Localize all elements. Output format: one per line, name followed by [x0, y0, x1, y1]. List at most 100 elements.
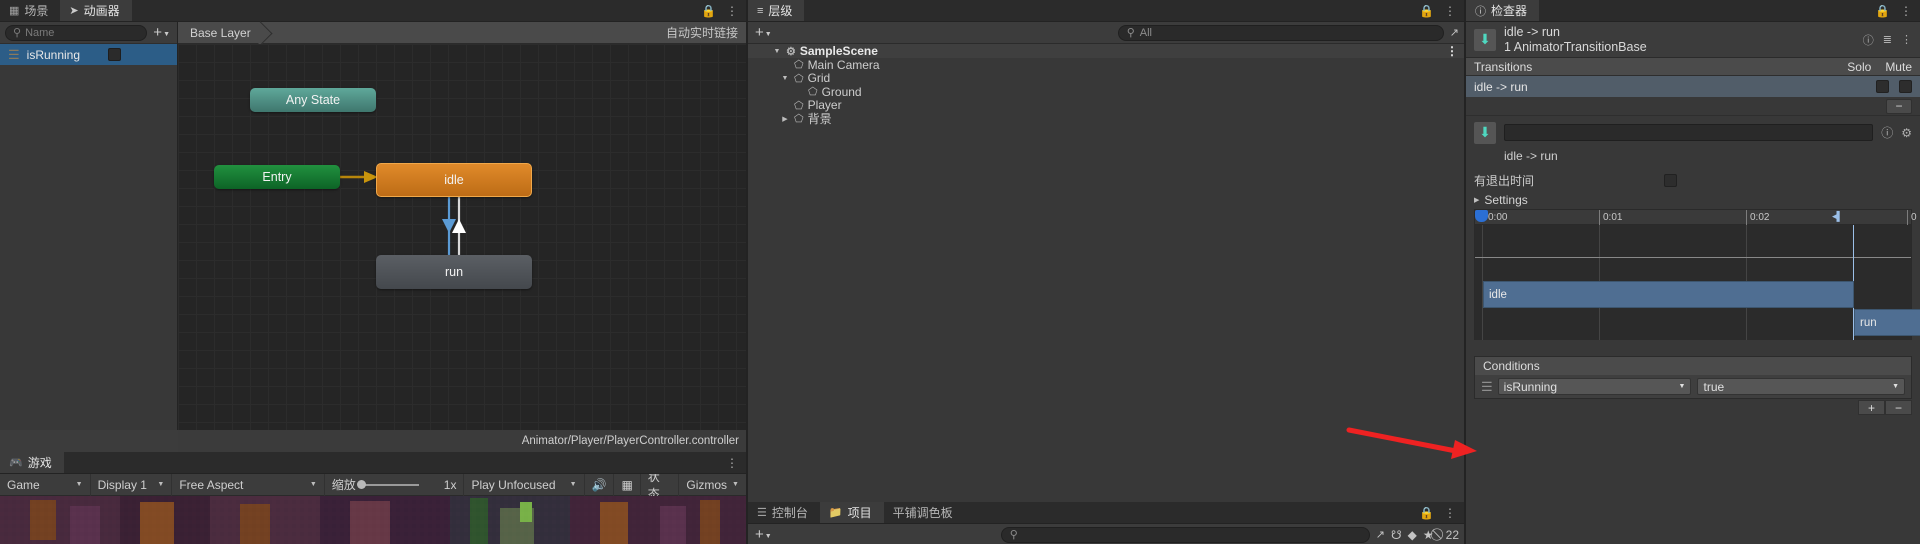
mute-audio-button[interactable]: 🔊	[585, 473, 615, 496]
kebab-menu-icon[interactable]: ⋮	[1444, 506, 1456, 520]
game-mode-dropdown[interactable]: Game ▼	[0, 473, 91, 496]
tab-hierarchy[interactable]: ≡ 层级	[748, 0, 805, 21]
tree-row-ground[interactable]: ⬠ Ground	[748, 85, 1464, 99]
tree-row-grid[interactable]: ▼ ⬠ Grid	[748, 71, 1464, 85]
parameter-bool-checkbox[interactable]	[108, 48, 121, 61]
has-exit-time-label: 有退出时间	[1474, 173, 1535, 188]
inspector-title: idle -> run	[1504, 25, 1560, 39]
preset-icon[interactable]: ≣	[1883, 33, 1892, 46]
chevron-down-icon[interactable]: ▼	[780, 75, 790, 82]
gameobject-icon: ⬠	[794, 59, 804, 72]
kebab-menu-icon[interactable]: ⋮	[726, 456, 738, 470]
label-icon[interactable]: ◆	[1408, 528, 1417, 542]
hierarchy-search-input[interactable]: ⚲ All	[1117, 24, 1444, 41]
drag-handle-icon[interactable]: ☰	[8, 48, 20, 61]
timeline-clip-idle[interactable]: idle	[1483, 281, 1854, 308]
parameter-row-isrunning[interactable]: ☰ isRunning	[0, 44, 177, 65]
hierarchy-tabbar: ≡ 层级 🔒 ⋮	[748, 0, 1464, 22]
tree-row-samplescene[interactable]: ▼ ⚙ SampleScene ⋮	[748, 44, 1464, 58]
tree-row-background[interactable]: ▶ ⬠ 背景	[748, 112, 1464, 126]
gameobject-icon: ⬠	[794, 72, 804, 85]
timeline-clip-run[interactable]: run	[1854, 309, 1920, 336]
expand-window-icon[interactable]: ↗	[1450, 26, 1459, 39]
help-icon[interactable]: ⓘ	[1881, 124, 1893, 141]
expand-window-icon[interactable]: ↗	[1376, 528, 1385, 541]
help-icon[interactable]: ⓘ	[1863, 32, 1874, 48]
kebab-menu-icon[interactable]: ⋮	[1901, 33, 1912, 46]
controller-path-label: Animator/Player/PlayerController.control…	[521, 435, 739, 447]
breadcrumb-label: Base Layer	[190, 25, 251, 40]
tab-tile-palette[interactable]: 平铺调色板	[884, 502, 965, 523]
timeline-ruler[interactable]: 0:00 0:01 0:02 0 ◂▌	[1475, 210, 1917, 225]
state-node-run[interactable]: run	[376, 255, 532, 289]
lock-icon[interactable]: 🔒	[1419, 506, 1434, 520]
kebab-menu-icon[interactable]: ⋮	[726, 4, 738, 18]
scale-slider[interactable]: 缩放 1x	[325, 473, 465, 496]
auto-live-link-toggle[interactable]: 自动实时链接	[666, 24, 738, 41]
stats-button[interactable]: 状态	[641, 470, 680, 501]
gameobject-icon: ⬠	[808, 86, 818, 99]
lock-icon[interactable]: 🔒	[1419, 4, 1434, 18]
tab-scene[interactable]: ▦ 场景	[0, 0, 60, 21]
tab-console[interactable]: ☰ 控制台	[748, 502, 820, 523]
timeline-tick: 0	[1907, 210, 1917, 225]
animator-state-graph[interactable]: Any State Entry idle run	[178, 44, 746, 430]
gear-icon[interactable]: ⚙	[1901, 126, 1912, 140]
project-search-input[interactable]: ⚲	[1000, 526, 1370, 543]
condition-parameter-dropdown[interactable]: isRunning ▼	[1497, 378, 1692, 395]
transition-list-row[interactable]: idle -> run	[1466, 76, 1920, 97]
transition-name-input[interactable]	[1504, 124, 1874, 141]
lock-icon[interactable]: 🔒	[701, 4, 716, 18]
inspector-tabbar-icons: 🔒 ⋮	[1875, 0, 1920, 21]
plus-icon: +	[755, 526, 764, 543]
solo-checkbox[interactable]	[1876, 80, 1889, 93]
condition-value-dropdown[interactable]: true ▼	[1697, 378, 1905, 395]
game-view-render[interactable]	[0, 496, 746, 544]
tab-inspector[interactable]: ⓘ 检查器	[1466, 0, 1540, 21]
mute-checkbox[interactable]	[1899, 80, 1912, 93]
state-node-any-state[interactable]: Any State	[250, 88, 376, 112]
tab-animator[interactable]: ➤ 动画器	[60, 0, 132, 21]
tab-project[interactable]: 📁 项目	[819, 502, 884, 523]
has-exit-time-row[interactable]: 有退出时间	[1466, 169, 1920, 191]
state-node-idle[interactable]: idle	[376, 163, 532, 197]
chevron-right-icon[interactable]: ▶	[780, 115, 790, 123]
breadcrumb-base-layer[interactable]: Base Layer	[178, 22, 261, 44]
add-condition-button[interactable]: +	[1858, 400, 1885, 415]
state-node-entry[interactable]: Entry	[214, 165, 340, 189]
scale-slider-track[interactable]	[356, 480, 419, 489]
create-asset-button[interactable]: + ▼	[753, 526, 774, 543]
lock-icon[interactable]: 🔒	[1875, 4, 1890, 18]
hierarchy-toolbar: + ▼ ⚲ All ↗	[748, 22, 1464, 44]
drag-handle-icon[interactable]: ☰	[1481, 380, 1493, 393]
kebab-menu-icon[interactable]: ⋮	[1444, 4, 1456, 18]
chevron-down-icon[interactable]: ▼	[772, 48, 782, 55]
remove-condition-button[interactable]: −	[1885, 400, 1912, 415]
create-gameobject-button[interactable]: + ▼	[753, 24, 774, 41]
remove-transition-button[interactable]: −	[1886, 98, 1912, 114]
aspect-dropdown[interactable]: Free Aspect ▼	[172, 473, 325, 496]
add-parameter-button[interactable]: + ▼	[151, 24, 172, 41]
gizmos-dropdown[interactable]: Gizmos ▼	[679, 474, 746, 496]
transition-detail-name-row: ⬇ ⓘ ⚙	[1466, 115, 1920, 149]
search-input[interactable]: ⚲ Name	[5, 24, 148, 41]
has-exit-time-checkbox[interactable]	[1664, 173, 1678, 187]
playhead-handle-icon[interactable]: ◂▌	[1832, 211, 1843, 222]
settings-foldout[interactable]: ▶ Settings	[1466, 191, 1920, 209]
stats-grid-button[interactable]: ▦	[614, 473, 641, 496]
search-icon: ⚲	[1126, 27, 1135, 39]
display-dropdown[interactable]: Display 1 ▼	[91, 473, 173, 496]
tree-row-player[interactable]: ⬠ Player	[748, 98, 1464, 112]
transition-timeline[interactable]: 0:00 0:01 0:02 0 ◂▌ idle run	[1474, 209, 1920, 340]
tab-game[interactable]: 🎮 游戏	[0, 452, 64, 473]
inspector-header-icons: ⓘ ≣ ⋮	[1863, 32, 1912, 48]
tree-row-label: 背景	[807, 112, 832, 127]
kebab-menu-icon[interactable]: ⋮	[1446, 44, 1458, 58]
tree-row-main-camera[interactable]: ⬠ Main Camera	[748, 58, 1464, 72]
scale-slider-knob[interactable]	[356, 480, 366, 489]
package-icon[interactable]: ☋	[1391, 528, 1402, 542]
kebab-menu-icon[interactable]: ⋮	[1900, 4, 1912, 18]
timeline-body[interactable]: idle run	[1475, 225, 1920, 340]
play-mode-dropdown[interactable]: Play Unfocused ▼	[464, 473, 585, 496]
star-icon[interactable]: ★	[1423, 528, 1434, 542]
